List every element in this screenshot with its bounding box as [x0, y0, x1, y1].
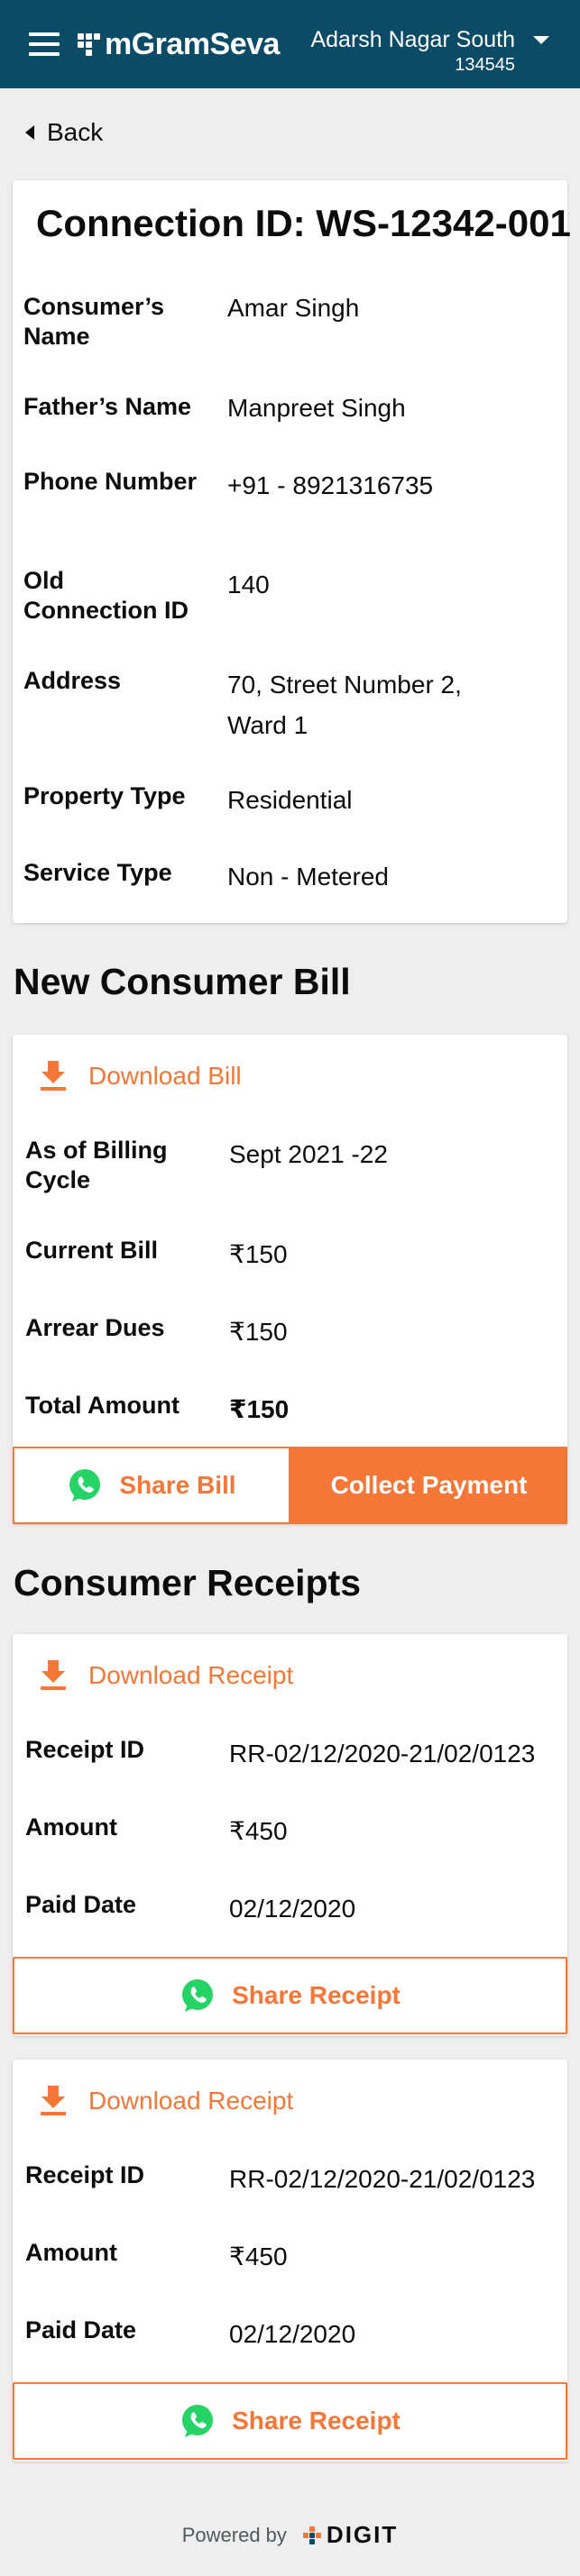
digit-brand-text: DIGIT — [326, 2521, 399, 2548]
paid-date-label: Paid Date — [25, 1891, 137, 1918]
back-label: Back — [47, 118, 104, 146]
digit-logo-icon — [302, 2526, 321, 2544]
receipt-id-value: RR-02/12/2020-21/02/0123 — [229, 2165, 536, 2193]
receipt-card: Download Receipt Receipt ID RR-02/12/202… — [13, 2060, 567, 2462]
powered-by-text: Powered by — [181, 2523, 287, 2546]
location-selector[interactable]: Adarsh Nagar South 134545 — [310, 27, 549, 76]
whatsapp-icon — [182, 2405, 214, 2437]
back-button[interactable]: Back — [25, 118, 103, 147]
phone-number-value: +91 - 8921316735 — [227, 471, 434, 499]
consumer-name-value: Amar Singh — [227, 294, 360, 322]
receipt-id-label: Receipt ID — [25, 2161, 145, 2188]
bill-card: Download Bill As of Billing Cycle Sept 2… — [13, 1035, 567, 1524]
arrear-dues-value: ₹150 — [229, 1318, 288, 1346]
share-bill-label: Share Bill — [119, 1471, 236, 1499]
receipt-id-value: RR-02/12/2020-21/02/0123 — [229, 1740, 536, 1768]
share-receipt-label: Share Receipt — [232, 1981, 400, 2009]
download-bill-label: Download Bill — [88, 1062, 242, 1090]
location-name: Adarsh Nagar South — [310, 27, 515, 52]
share-receipt-label: Share Receipt — [232, 2407, 400, 2434]
footer: Powered by DIGIT — [0, 2521, 580, 2549]
receipts-section-title: Consumer Receipts — [14, 1562, 362, 1603]
amount-label: Amount — [25, 2239, 117, 2266]
total-amount-label: Total Amount — [25, 1392, 180, 1419]
download-bill-link[interactable]: Download Bill — [40, 1061, 242, 1092]
amount-value: ₹450 — [229, 1817, 288, 1845]
download-icon — [41, 1660, 66, 1690]
whatsapp-icon — [182, 1979, 214, 2012]
property-type-value: Residential — [227, 786, 353, 814]
old-connection-id-label: Old Connection ID — [23, 567, 189, 624]
share-receipt-button[interactable]: Share Receipt — [13, 2382, 567, 2460]
address-label: Address — [23, 667, 122, 694]
old-connection-id-value: 140 — [227, 571, 270, 598]
current-bill-value: ₹150 — [229, 1240, 288, 1268]
service-type-label: Service Type — [23, 859, 172, 886]
paid-date-value: 02/12/2020 — [229, 1895, 356, 1923]
bill-actions: Share Bill Collect Payment — [13, 1447, 567, 1524]
consumer-name-label: Consumer’s Name — [23, 293, 165, 350]
total-amount-value: ₹150 — [229, 1395, 290, 1423]
digit-logo: DIGIT — [302, 2521, 399, 2549]
father-name-label: Father’s Name — [23, 393, 192, 420]
download-receipt-label: Download Receipt — [88, 1661, 294, 1689]
father-name-value: Manpreet Singh — [227, 394, 406, 422]
app-name: mGramSeva — [105, 26, 280, 61]
share-receipt-button[interactable]: Share Receipt — [13, 1957, 567, 2034]
connection-id-title: Connection ID: WS-12342-001 — [36, 202, 571, 244]
download-receipt-link[interactable]: Download Receipt — [40, 2086, 293, 2116]
billing-cycle-label: As of Billing Cycle — [25, 1137, 168, 1193]
address-value: 70, Street Number 2, Ward 1 — [227, 671, 462, 739]
location-code: 134545 — [455, 55, 515, 75]
download-receipt-link[interactable]: Download Receipt — [40, 1660, 293, 1691]
receipt-id-label: Receipt ID — [25, 1736, 145, 1763]
receipt-card: Download Receipt Receipt ID RR-02/12/202… — [13, 1634, 567, 2036]
whatsapp-icon — [69, 1469, 101, 1502]
download-icon — [41, 2086, 66, 2115]
amount-label: Amount — [25, 1813, 117, 1841]
amount-value: ₹450 — [229, 2243, 288, 2270]
menu-icon[interactable] — [29, 32, 61, 58]
connection-details-card: Connection ID: WS-12342-001 Consumer’s N… — [13, 180, 571, 923]
arrear-dues-label: Arrear Dues — [25, 1314, 165, 1341]
download-icon — [41, 1061, 66, 1091]
property-type-label: Property Type — [23, 782, 186, 809]
app-brand: mGramSeva — [78, 24, 280, 64]
paid-date-label: Paid Date — [25, 2316, 137, 2343]
chevron-down-icon[interactable] — [533, 36, 549, 44]
service-type-value: Non - Metered — [227, 863, 389, 891]
back-caret-icon — [25, 125, 34, 140]
download-receipt-label: Download Receipt — [88, 2087, 294, 2115]
brand-logo-icon — [78, 33, 100, 56]
share-bill-button[interactable]: Share Bill — [13, 1447, 290, 1524]
billing-cycle-value: Sept 2021 -22 — [229, 1140, 388, 1168]
phone-number-label: Phone Number — [23, 468, 198, 495]
current-bill-label: Current Bill — [25, 1237, 159, 1264]
collect-payment-button[interactable]: Collect Payment — [290, 1447, 567, 1524]
bill-section-title: New Consumer Bill — [14, 961, 351, 1002]
paid-date-value: 02/12/2020 — [229, 2320, 356, 2348]
top-app-bar: mGramSeva Adarsh Nagar South 134545 — [0, 0, 580, 88]
